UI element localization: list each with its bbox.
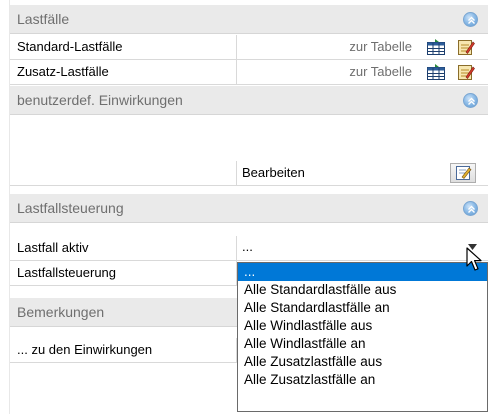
section-header-lastfaelle[interactable]: Lastfälle bbox=[10, 4, 488, 34]
edit-button[interactable] bbox=[450, 163, 476, 183]
dropdown-option[interactable]: Alle Windlastfälle an bbox=[238, 335, 487, 353]
chevron-up-circle-icon[interactable] bbox=[463, 12, 478, 27]
dropdown-option[interactable]: Alle Standardlastfälle aus bbox=[238, 281, 487, 299]
row-label: Standard-Lastfälle bbox=[10, 35, 237, 59]
section-title: Lastfallsteuerung bbox=[17, 200, 124, 216]
section-header-lastfallsteuerung[interactable]: Lastfallsteuerung bbox=[10, 193, 488, 223]
row-lastfall-aktiv: Lastfall aktiv ... bbox=[10, 236, 488, 261]
lastfallsteuerung-dropdown-list[interactable]: ... Alle Standardlastfälle aus Alle Stan… bbox=[237, 262, 488, 412]
table-icon[interactable] bbox=[427, 39, 445, 55]
lastfall-aktiv-select[interactable]: ... bbox=[237, 236, 488, 260]
row-standard-lastfaelle: Standard-Lastfälle zur Tabelle bbox=[10, 35, 488, 60]
chevron-up-circle-icon[interactable] bbox=[463, 201, 478, 216]
section-title: Lastfälle bbox=[17, 11, 70, 27]
notepad-edit-icon[interactable] bbox=[457, 38, 475, 56]
section-title: Bemerkungen bbox=[17, 304, 105, 320]
row-label: Lastfall aktiv bbox=[10, 236, 237, 260]
row-value: zur Tabelle bbox=[237, 35, 488, 59]
mouse-cursor-icon bbox=[466, 247, 484, 273]
row-zusatz-lastfaelle: Zusatz-Lastfälle zur Tabelle bbox=[10, 60, 488, 85]
table-icon[interactable] bbox=[427, 64, 445, 80]
row-label: Zusatz-Lastfälle bbox=[10, 60, 237, 84]
bearbeiten-text: Bearbeiten bbox=[242, 165, 305, 180]
row-value: zur Tabelle bbox=[237, 60, 488, 84]
dropdown-option[interactable]: ... bbox=[238, 263, 487, 281]
row-label: Lastfallsteuerung bbox=[10, 261, 237, 285]
bearbeiten-cell: Bearbeiten bbox=[237, 161, 488, 185]
dropdown-option[interactable]: Alle Windlastfälle aus bbox=[238, 317, 487, 335]
dropdown-option[interactable]: Alle Zusatzlastfälle aus bbox=[238, 353, 487, 371]
row-label: ... zu den Einwirkungen bbox=[10, 338, 237, 362]
row-label bbox=[10, 161, 237, 185]
dropdown-option[interactable]: Alle Zusatzlastfälle an bbox=[238, 371, 487, 389]
row-einwirkungen-bearbeiten: Bearbeiten bbox=[10, 161, 488, 186]
dropdown-option[interactable]: Alle Standardlastfälle an bbox=[238, 299, 487, 317]
zur-tabelle-link[interactable]: zur Tabelle bbox=[349, 35, 412, 59]
chevron-up-circle-icon[interactable] bbox=[463, 93, 478, 108]
properties-panel: Lastfälle Standard-Lastfälle zur Tabelle bbox=[0, 0, 496, 414]
notepad-edit-icon[interactable] bbox=[457, 63, 475, 81]
select-value: ... bbox=[242, 239, 253, 254]
section-title: benutzerdef. Einwirkungen bbox=[17, 92, 183, 108]
section-header-einwirkungen[interactable]: benutzerdef. Einwirkungen bbox=[10, 85, 488, 115]
zur-tabelle-link[interactable]: zur Tabelle bbox=[349, 60, 412, 84]
